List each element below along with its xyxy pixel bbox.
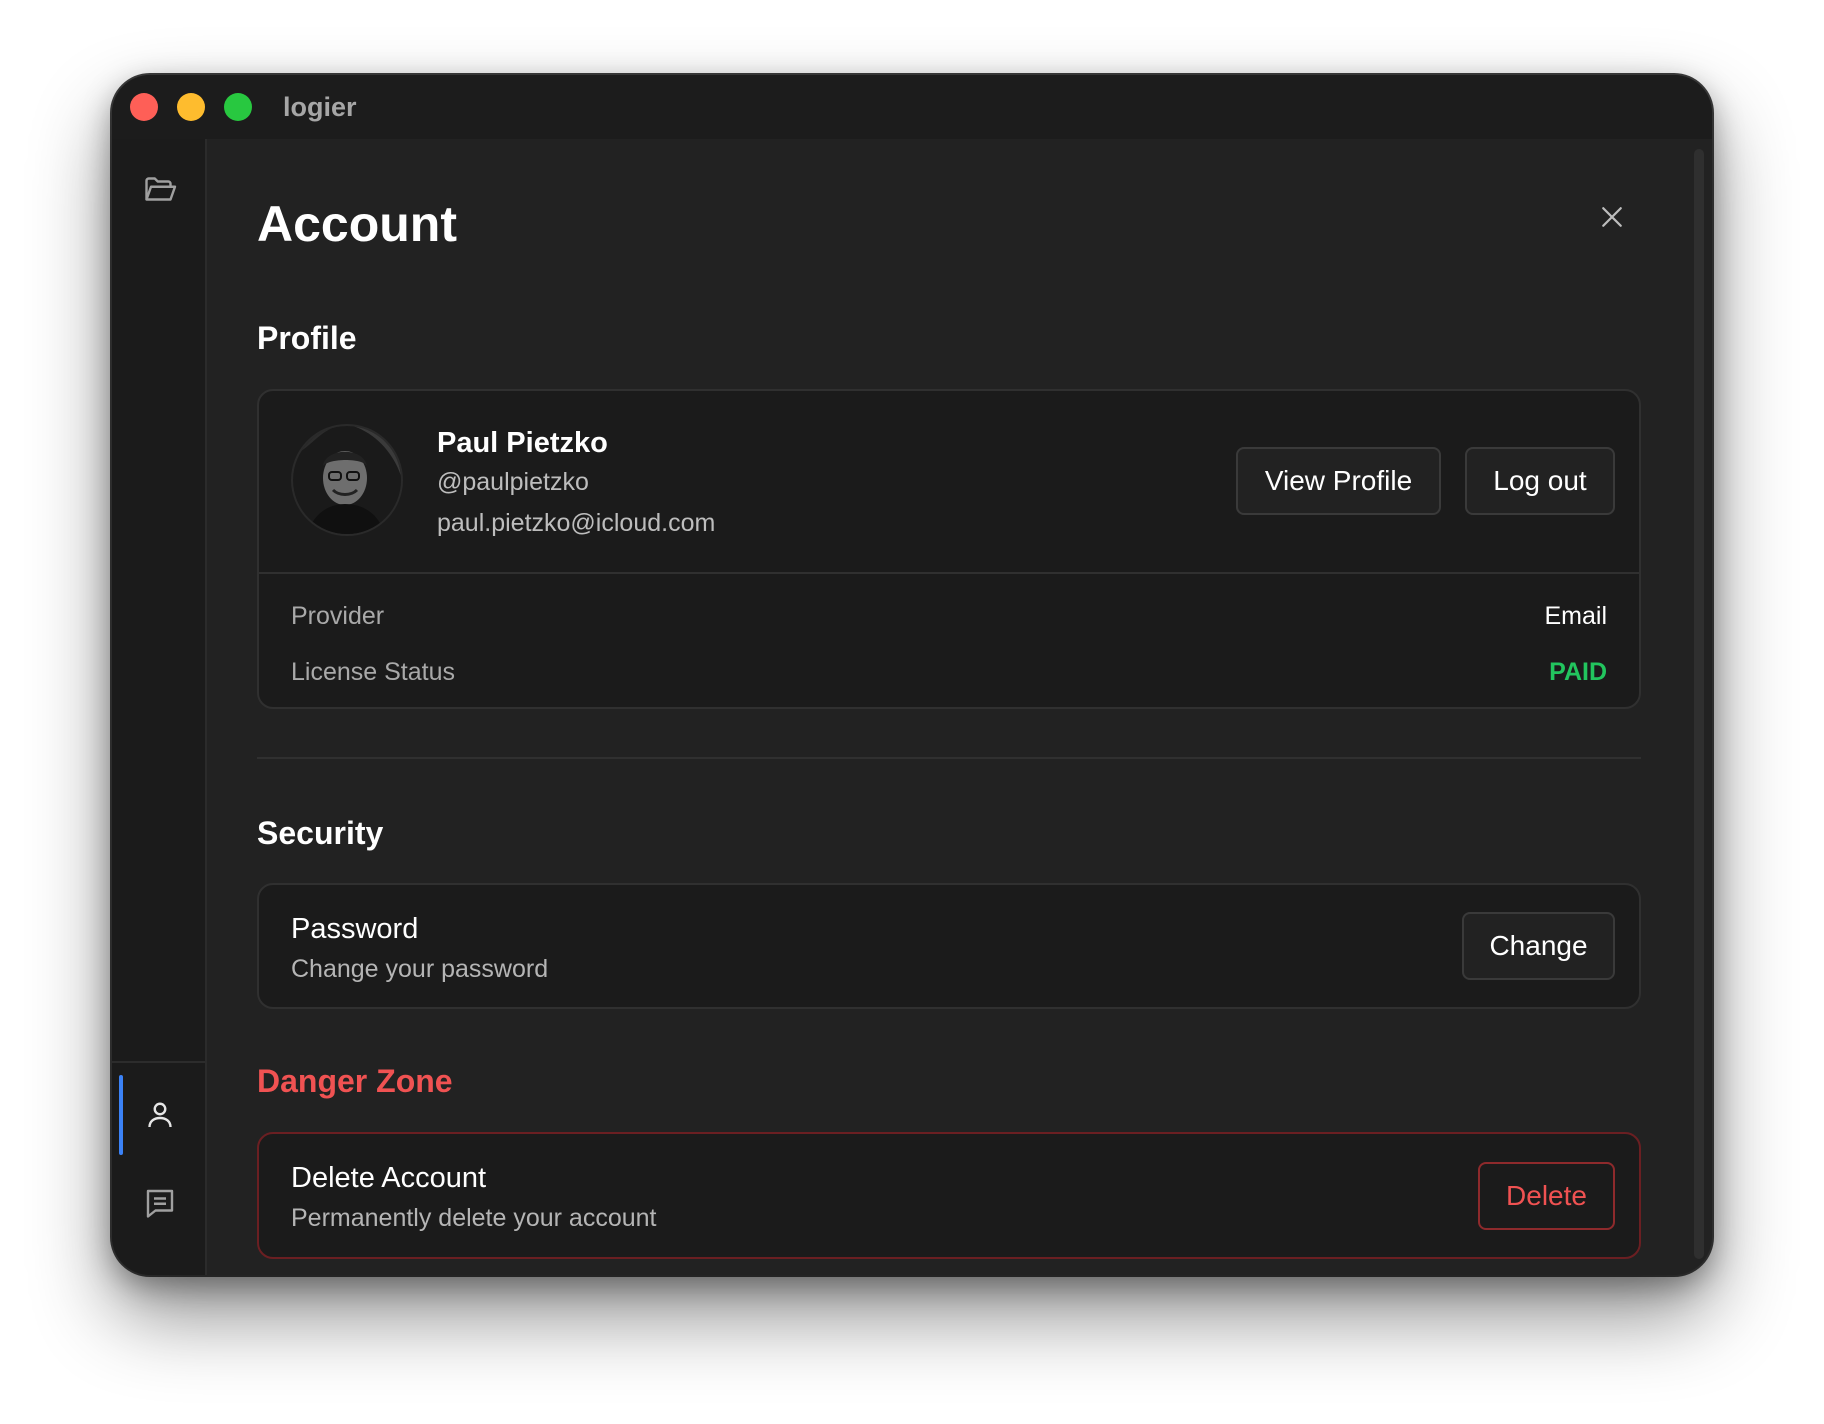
profile-card: Paul Pietzko @paulpietzko paul.pietzko@i… xyxy=(257,389,1641,709)
delete-account-card: Delete Account Permanently delete your a… xyxy=(257,1132,1641,1259)
delete-account-button[interactable]: Delete xyxy=(1478,1162,1615,1230)
provider-label: Provider xyxy=(291,602,385,630)
message-icon xyxy=(146,1189,173,1218)
folder-open-icon xyxy=(144,177,176,201)
security-section-title: Security xyxy=(257,815,384,851)
license-status-badge: PAID xyxy=(1549,658,1607,686)
app-title: logier xyxy=(283,91,357,122)
zoom-window-button[interactable] xyxy=(224,93,252,121)
log-out-button[interactable]: Log out xyxy=(1465,447,1615,515)
page-title: Account xyxy=(257,196,457,252)
password-card: Password Change your password Change xyxy=(257,883,1641,1009)
provider-value: Email xyxy=(1544,602,1607,630)
avatar xyxy=(291,424,403,536)
profile-section-title: Profile xyxy=(257,320,357,356)
profile-handle: @paulpietzko xyxy=(437,468,589,496)
user-icon xyxy=(147,1102,172,1128)
change-password-button[interactable]: Change xyxy=(1462,912,1615,980)
sidebar-item-files[interactable] xyxy=(112,159,207,219)
delete-account-subtitle: Permanently delete your account xyxy=(291,1204,657,1232)
sidebar-item-messages[interactable] xyxy=(112,1173,207,1233)
sidebar xyxy=(112,139,207,1275)
close-window-button[interactable] xyxy=(130,93,158,121)
minimize-window-button[interactable] xyxy=(177,93,205,121)
title-bar: logier xyxy=(112,75,1712,139)
danger-zone-title: Danger Zone xyxy=(257,1063,453,1099)
avatar-photo xyxy=(293,426,401,534)
scrollbar[interactable] xyxy=(1694,149,1704,1259)
profile-card-divider xyxy=(259,572,1639,574)
profile-email: paul.pietzko@icloud.com xyxy=(437,509,716,537)
close-button[interactable] xyxy=(1590,195,1634,239)
license-status-label: License Status xyxy=(291,658,455,686)
gear-icon xyxy=(142,1273,178,1275)
delete-account-title: Delete Account xyxy=(291,1162,487,1194)
sidebar-item-settings[interactable] xyxy=(112,1261,207,1275)
sidebar-divider xyxy=(112,1061,205,1063)
app-window: logier Account Profile Paul Pietzko @pau… xyxy=(112,75,1712,1275)
section-separator xyxy=(257,757,1641,759)
profile-name: Paul Pietzko xyxy=(437,427,608,459)
sidebar-item-account[interactable] xyxy=(112,1075,207,1155)
view-profile-button[interactable]: View Profile xyxy=(1236,447,1441,515)
window-controls xyxy=(130,93,271,121)
password-title: Password xyxy=(291,913,419,945)
password-subtitle: Change your password xyxy=(291,955,549,983)
close-icon xyxy=(1602,207,1622,227)
